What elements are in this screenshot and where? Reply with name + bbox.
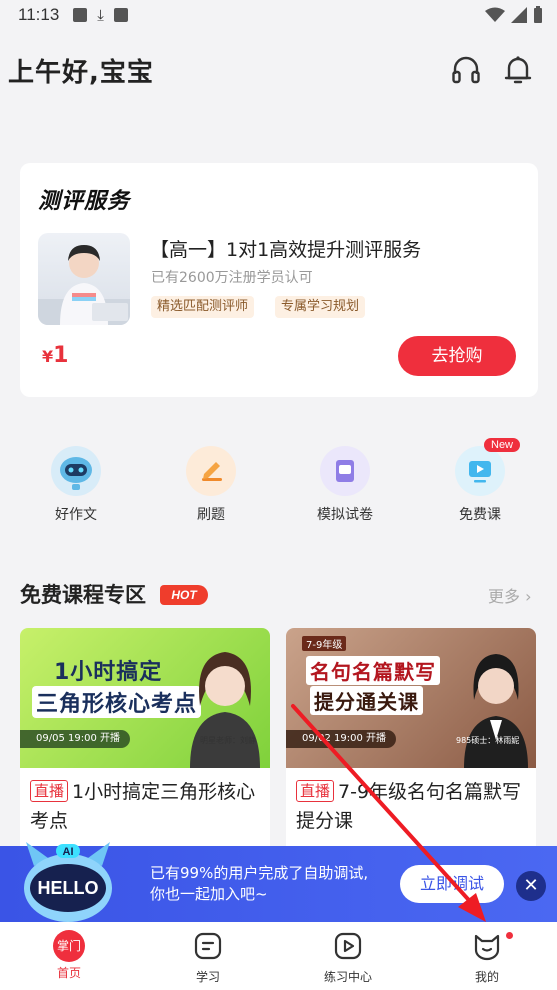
tab-label: 练习中心 — [323, 970, 372, 984]
course-banner: 1小时搞定 三角形核心考点 09/05 19:00 开播 明星老师：刘静 — [20, 628, 270, 768]
banner-line-2: 三角形核心考点 — [32, 686, 202, 718]
promo-text: 已有99%的用户完成了自助调试, 你也一起加入吧~ — [150, 863, 368, 905]
live-tag: 直播 — [296, 780, 335, 802]
card-title: 测评服务 — [38, 189, 131, 214]
card-tag: 专属学习规划 — [275, 296, 366, 318]
image-notification-icon — [73, 8, 88, 22]
tab-study[interactable]: 学习 — [158, 930, 258, 985]
course-card[interactable]: 1小时搞定 三角形核心考点 09/05 19:00 开播 明星老师：刘静 直播 1… — [20, 628, 270, 868]
tutor-photo — [38, 233, 130, 325]
assessment-service-card[interactable]: 测评服务 【高一】1对1高效提升测评服务 已有2600万注册学员认可 精选匹配测… — [20, 163, 538, 397]
bottom-tab-bar: 掌门 首页 学习 练习中心 我的 — [0, 922, 557, 990]
promo-line-1: 已有99%的用户完成了自助调试, — [150, 864, 369, 882]
more-label: 更多 — [488, 587, 521, 606]
tab-label: 我的 — [474, 970, 499, 984]
card-heading: 【高一】1对1高效提升测评服务 — [150, 239, 422, 261]
quick-action-label: 免费课 — [459, 507, 501, 523]
practice-play-icon — [334, 932, 362, 960]
status-bar: 11:13 ⤓ — [0, 0, 557, 30]
status-notification-icons: ⤓ — [73, 6, 128, 24]
buy-button[interactable]: 去抢购 — [398, 336, 516, 376]
banner-line-1: 名句名篇默写 — [306, 656, 440, 685]
download-notification-icon: ⤓ — [97, 6, 104, 24]
quick-action-essay[interactable]: 好作文 — [36, 446, 116, 524]
status-time: 11:13 — [18, 5, 60, 24]
live-tag: 直播 — [30, 780, 69, 802]
new-badge: New — [484, 438, 521, 452]
course-card[interactable]: 7-9年级 名句名篇默写 提分通关课 09/02 19:00 开播 985硕士：… — [286, 628, 536, 868]
robot-icon — [51, 446, 101, 496]
card-subtitle: 已有2600万注册学员认可 — [151, 270, 313, 286]
bell-icon[interactable] — [502, 54, 534, 86]
signal-icon — [511, 6, 527, 23]
quick-action-practice[interactable]: 刷题 — [171, 446, 251, 524]
card-tag: 精选匹配测评师 — [151, 296, 255, 318]
status-system-icons — [485, 6, 543, 23]
banner-date: 09/05 19:00 开播 — [20, 730, 130, 748]
headset-icon[interactable] — [450, 54, 482, 86]
teacher-photo — [464, 654, 528, 768]
quick-action-label: 刷题 — [197, 507, 225, 523]
quick-action-mock-exam[interactable]: 模拟试卷 — [305, 446, 385, 524]
course-title: 直播 7-9年级名句名篇默写提分课 — [296, 778, 528, 836]
home-logo-icon: 掌门 — [53, 930, 85, 962]
banner-line-2: 提分通关课 — [310, 686, 423, 715]
chevron-right-icon: › — [525, 587, 532, 606]
pencil-icon — [186, 446, 236, 496]
greeting-title: 上午好,宝宝 — [8, 58, 154, 88]
robot-mascot-icon: AI HELLO — [24, 842, 112, 922]
quick-action-free-course[interactable]: 免费课 — [440, 446, 520, 524]
banner-line-1: 1小时搞定 — [54, 660, 163, 685]
card-price: ¥1 — [42, 343, 68, 368]
exam-paper-icon — [320, 446, 370, 496]
hot-badge: HOT — [160, 585, 208, 605]
tab-mine[interactable]: 我的 — [437, 930, 537, 985]
quick-action-label: 好作文 — [55, 507, 97, 523]
tab-label: 首页 — [56, 966, 81, 980]
profile-cat-icon — [474, 934, 500, 961]
video-play-icon — [455, 446, 505, 496]
tab-home[interactable]: 掌门 首页 — [19, 930, 119, 981]
debug-now-button[interactable]: 立即调试 — [400, 865, 504, 903]
banner-date: 09/02 19:00 开播 — [286, 730, 396, 748]
teacher-photo — [190, 652, 260, 768]
battery-icon — [534, 6, 542, 23]
more-link[interactable]: 更多 › — [488, 583, 532, 607]
mascot-hello-text: HELLO — [38, 878, 99, 898]
price-value: 1 — [53, 343, 69, 368]
close-icon[interactable]: ✕ — [516, 871, 546, 901]
wifi-icon — [485, 7, 505, 22]
course-title: 直播 1小时搞定三角形核心考点 — [30, 778, 262, 836]
banner-teacher: 明星老师：刘静 — [200, 736, 256, 745]
tab-practice-center[interactable]: 练习中心 — [298, 930, 398, 985]
study-icon — [194, 932, 222, 960]
quick-action-label: 模拟试卷 — [317, 507, 373, 523]
mascot-badge: AI — [63, 846, 74, 858]
banner-teacher: 985硕士：林雨妮 — [456, 736, 520, 745]
app-notification-icon — [113, 8, 128, 22]
price-symbol: ¥ — [42, 347, 54, 366]
notification-dot — [506, 932, 513, 939]
grade-tag: 7-9年级 — [302, 636, 347, 651]
section-title: 免费课程专区 — [20, 583, 146, 607]
course-banner: 7-9年级 名句名篇默写 提分通关课 09/02 19:00 开播 985硕士：… — [286, 628, 536, 768]
tab-label: 学习 — [195, 970, 220, 984]
promo-line-2: 你也一起加入吧~ — [150, 885, 268, 903]
